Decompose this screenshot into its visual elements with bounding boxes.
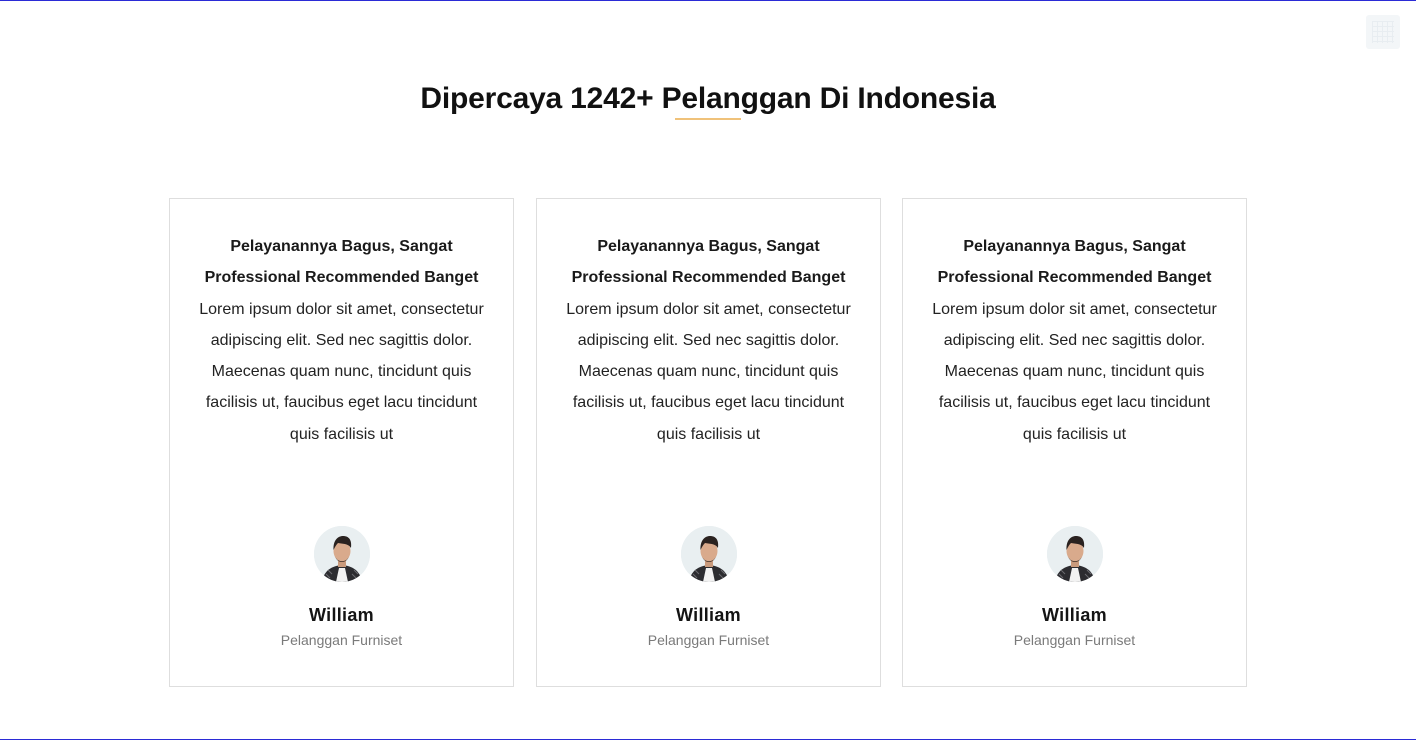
top-border-line <box>0 0 1416 1</box>
avatar <box>681 526 737 582</box>
testimonial-content: Pelayanannya Bagus, Sangat Professional … <box>192 231 491 450</box>
testimonial-card: Pelayanannya Bagus, Sangat Professional … <box>902 198 1247 687</box>
customer-role: Pelanggan Furniset <box>647 632 770 648</box>
testimonial-card: Pelayanannya Bagus, Sangat Professional … <box>169 198 514 687</box>
testimonial-card: Pelayanannya Bagus, Sangat Professional … <box>536 198 881 687</box>
testimonial-title: Pelayanannya Bagus, Sangat Professional … <box>571 238 846 287</box>
customer-name: William <box>309 605 374 625</box>
testimonial-text: Lorem ipsum dolor sit amet, consectetur … <box>566 300 851 443</box>
customer-name: William <box>1042 605 1107 625</box>
testimonial-title: Pelayanannya Bagus, Sangat Professional … <box>204 238 479 287</box>
customer-role: Pelanggan Furniset <box>1013 632 1136 648</box>
avatar-photo-icon <box>314 526 370 582</box>
testimonial-content: Pelayanannya Bagus, Sangat Professional … <box>925 231 1224 450</box>
section-heading: Dipercaya 1242+ Pelanggan Di Indonesia <box>420 81 996 115</box>
avatar <box>314 526 370 582</box>
customer-role: Pelanggan Furniset <box>280 632 403 648</box>
avatar-photo-icon <box>681 526 737 582</box>
corner-widget-icon[interactable] <box>1366 15 1400 49</box>
testimonial-cards: Pelayanannya Bagus, Sangat Professional … <box>169 198 1247 687</box>
avatar-photo-icon <box>1047 526 1103 582</box>
avatar <box>1047 526 1103 582</box>
testimonial-text: Lorem ipsum dolor sit amet, consectetur … <box>199 300 484 443</box>
heading-divider <box>675 118 741 120</box>
customer-name: William <box>676 605 741 625</box>
testimonial-text: Lorem ipsum dolor sit amet, consectetur … <box>932 300 1217 443</box>
testimonial-content: Pelayanannya Bagus, Sangat Professional … <box>559 231 858 450</box>
testimonial-title: Pelayanannya Bagus, Sangat Professional … <box>937 238 1212 287</box>
